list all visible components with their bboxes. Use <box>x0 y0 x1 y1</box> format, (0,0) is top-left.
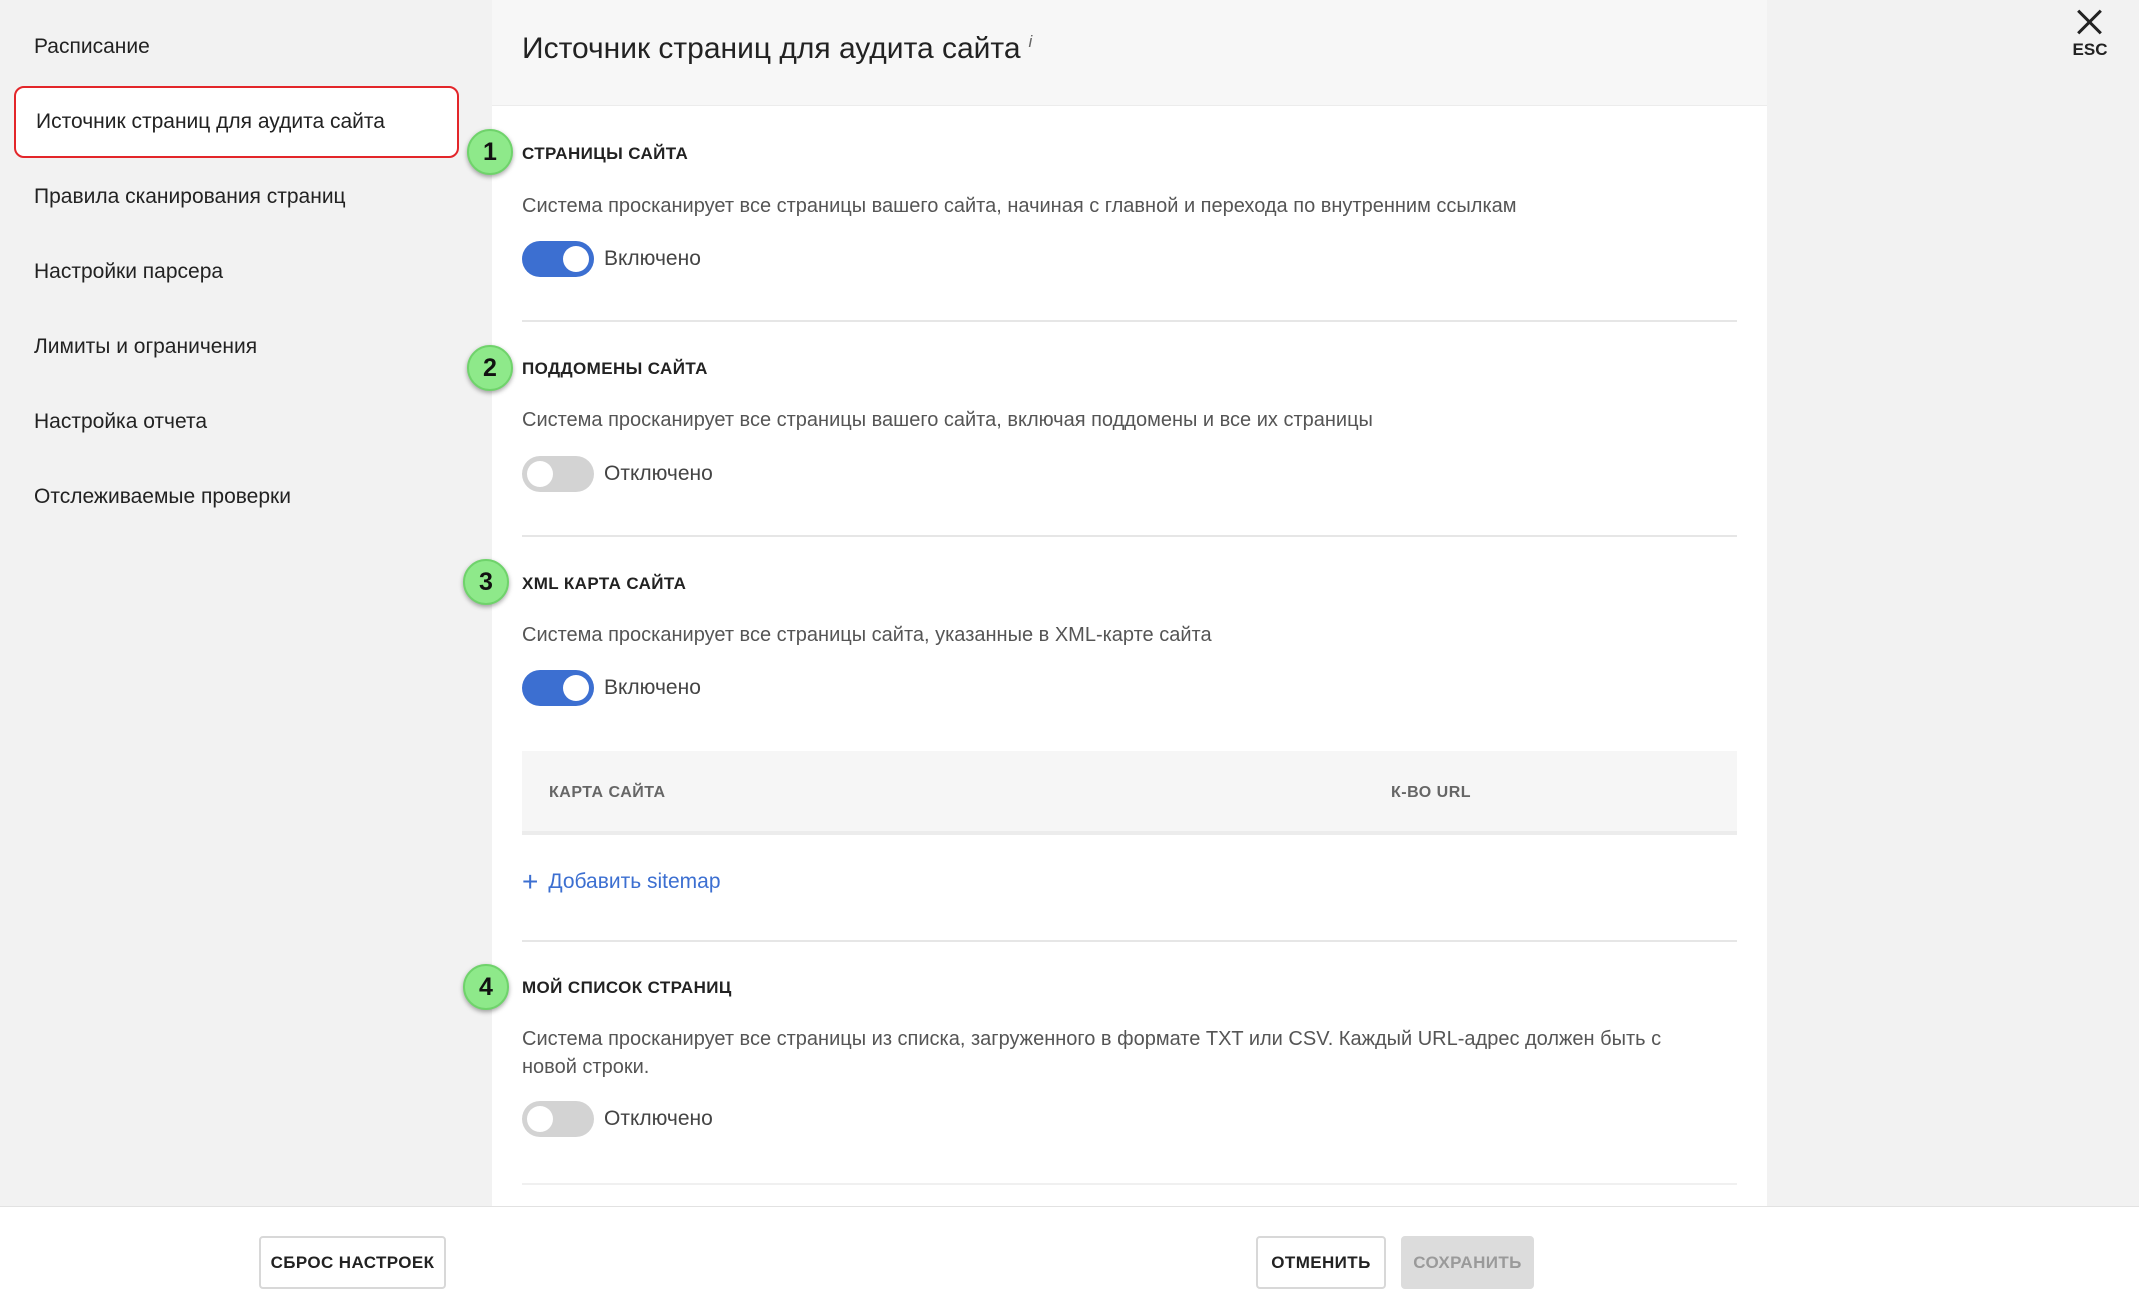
toggle-knob <box>527 461 553 487</box>
section-description: Система просканирует все страницы вашего… <box>522 195 1517 217</box>
section-description: Система просканирует все страницы сайта,… <box>522 624 1212 646</box>
toggle-row-my-page-list: Отключено <box>522 1101 713 1137</box>
sidebar-item-label: Правила сканирования страниц <box>34 185 346 208</box>
sidebar-item-label: Расписание <box>34 35 150 58</box>
section-description: Система просканирует все страницы из спи… <box>522 1028 1662 1078</box>
sidebar-item-label: Настройка отчета <box>34 410 208 433</box>
save-button[interactable]: СОХРАНИТЬ <box>1401 1236 1534 1289</box>
subdomains-toggle[interactable] <box>522 456 594 492</box>
step-badge-3: 3 <box>463 559 509 605</box>
table-header-url-count: К-ВО URL <box>1391 784 1472 801</box>
toggle-row-subdomains: Отключено <box>522 456 713 492</box>
sidebar-item-label: Лимиты и ограничения <box>34 335 258 358</box>
page-title: Источник страниц для аудита сайта i <box>522 32 1033 65</box>
panel-header: Источник страниц для аудита сайта i <box>492 0 1767 106</box>
esc-label: ESC <box>2072 40 2108 59</box>
toggle-knob <box>527 1106 553 1132</box>
sidebar-item-parser-settings[interactable]: Настройки парсера <box>14 236 459 308</box>
my-page-list-toggle[interactable] <box>522 1101 594 1137</box>
close-icon <box>2076 8 2104 36</box>
xml-sitemap-toggle[interactable] <box>522 670 594 706</box>
section-divider <box>522 535 1737 537</box>
sidebar-item-tracked-checks[interactable]: Отслеживаемые проверки <box>14 461 459 533</box>
table-header-sitemap: КАРТА САЙТА <box>549 784 666 801</box>
section-description: Система просканирует все страницы вашего… <box>522 409 1373 431</box>
sidebar-item-page-source[interactable]: Источник страниц для аудита сайта <box>14 86 459 158</box>
section-title-subdomains: ПОДДОМЕНЫ САЙТА <box>522 359 708 378</box>
add-sitemap-link[interactable]: + Добавить sitemap <box>522 868 721 896</box>
section-title-xml-sitemap: XML КАРТА САЙТА <box>522 574 687 593</box>
cancel-button[interactable]: ОТМЕНИТЬ <box>1256 1236 1386 1289</box>
sitemap-table: КАРТА САЙТА К-ВО URL <box>522 751 1737 835</box>
toggle-knob <box>563 246 589 272</box>
section-divider <box>522 1183 1737 1185</box>
section-divider <box>522 940 1737 942</box>
toggle-label: Включено <box>604 247 701 270</box>
sidebar-item-label: Настройки парсера <box>34 260 224 283</box>
step-badge-4: 4 <box>463 964 509 1010</box>
plus-icon: + <box>522 866 539 897</box>
step-badge-1: 1 <box>467 129 513 175</box>
sidebar-item-limits[interactable]: Лимиты и ограничения <box>14 311 459 383</box>
settings-panel: Источник страниц для аудита сайта i СТРАН… <box>492 0 1767 1206</box>
section-title-site-pages: СТРАНИЦЫ САЙТА <box>522 144 689 163</box>
toggle-row-site-pages: Включено <box>522 241 701 277</box>
settings-window: Расписание Источник страниц для аудита с… <box>0 0 2139 1294</box>
close-button[interactable]: ESC <box>2066 6 2114 66</box>
info-icon[interactable]: i <box>1029 32 1033 51</box>
toggle-label: Включено <box>604 676 701 699</box>
toggle-label: Отключено <box>604 462 713 485</box>
sidebar-item-label: Отслеживаемые проверки <box>34 485 291 508</box>
step-badge-2: 2 <box>467 345 513 391</box>
toggle-knob <box>563 675 589 701</box>
sidebar-item-schedule[interactable]: Расписание <box>14 11 459 83</box>
sidebar-item-label: Источник страниц для аудита сайта <box>36 110 385 133</box>
toggle-label: Отключено <box>604 1107 713 1130</box>
add-sitemap-label: Добавить sitemap <box>548 870 721 893</box>
footer-bar: СБРОС НАСТРОЕК ОТМЕНИТЬ СОХРАНИТЬ <box>0 1206 2139 1294</box>
toggle-row-xml-sitemap: Включено <box>522 670 701 706</box>
section-divider <box>522 320 1737 322</box>
settings-sidebar: Расписание Источник страниц для аудита с… <box>0 0 492 1206</box>
section-title-my-page-list: МОЙ СПИСОК СТРАНИЦ <box>522 978 732 997</box>
sidebar-item-scan-rules[interactable]: Правила сканирования страниц <box>14 161 459 233</box>
site-pages-toggle[interactable] <box>522 241 594 277</box>
reset-settings-button[interactable]: СБРОС НАСТРОЕК <box>259 1236 446 1289</box>
sidebar-item-report-settings[interactable]: Настройка отчета <box>14 386 459 458</box>
